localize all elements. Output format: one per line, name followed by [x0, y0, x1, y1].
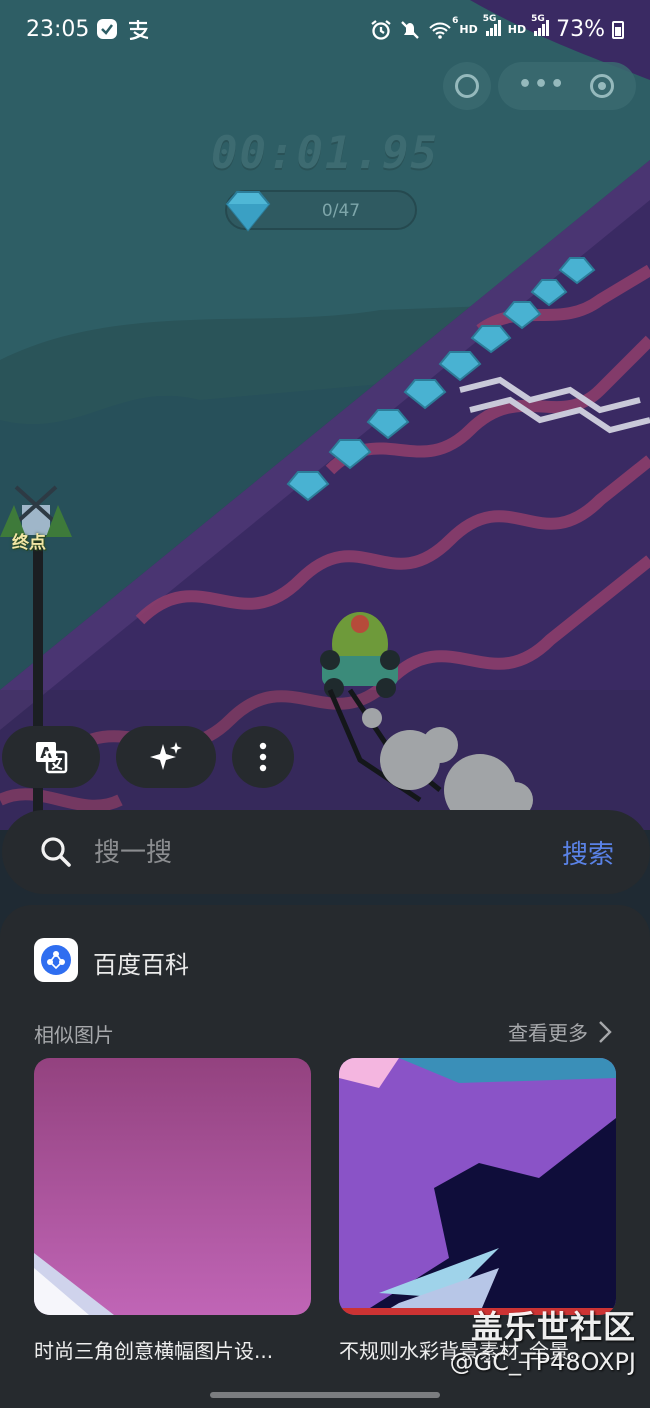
- hd-icon: HD: [507, 23, 527, 36]
- gem-count: 0/47: [321, 201, 361, 221]
- hd-icon: HD: [459, 23, 478, 36]
- game-scene: [0, 0, 650, 830]
- gem-counter: 0/47: [225, 190, 417, 232]
- finish-label: 终点: [12, 533, 46, 553]
- more-horizontal-icon[interactable]: •••: [518, 72, 566, 97]
- source-title[interactable]: 百度百科: [93, 945, 189, 980]
- status-bar: 23:05 6 HD 5G HD 5G 73%: [0, 0, 650, 62]
- battery-level: 73%: [556, 17, 605, 42]
- see-more-label: 查看更多: [508, 1021, 588, 1045]
- see-more-link[interactable]: 查看更多: [508, 1017, 612, 1046]
- translate-button[interactable]: A: [2, 726, 100, 788]
- search-bar: 搜索: [2, 810, 650, 894]
- notification-icons: [96, 18, 150, 40]
- clock: 23:05: [26, 17, 90, 42]
- section-label: 相似图片: [34, 1023, 114, 1047]
- similar-image-2[interactable]: [339, 1058, 616, 1315]
- race-timer: 00:01.95: [211, 128, 439, 179]
- signal-5g-icon: 5G: [483, 14, 501, 39]
- chevron-right-icon: [599, 1020, 612, 1043]
- sparkle-icon: [150, 742, 182, 770]
- system-icons: 6 HD 5G HD 5G 73%: [370, 14, 624, 42]
- more-options-button[interactable]: [232, 726, 294, 788]
- wifi-icon: 6: [428, 16, 458, 40]
- baike-logo-icon: [34, 938, 78, 982]
- battery-icon: [612, 20, 624, 39]
- wifi-generation: 6: [452, 15, 459, 26]
- ai-assist-button[interactable]: [116, 726, 216, 788]
- similar-image-1-title[interactable]: 时尚三角创意横幅图片设...: [34, 1335, 311, 1364]
- watermark-brand: 盖乐世社区: [470, 1308, 636, 1346]
- mute-icon: [401, 20, 420, 39]
- search-button[interactable]: 搜索: [562, 834, 614, 871]
- game-view[interactable]: ••• 00:01.95 0/47 终点: [0, 0, 650, 830]
- similar-image-1-picture: [34, 1058, 311, 1315]
- miniprogram-capsule[interactable]: •••: [498, 62, 636, 110]
- search-input[interactable]: [92, 832, 516, 874]
- check-badge-icon: [97, 19, 117, 39]
- watermark-user: @GC_TP48OXPJ: [449, 1348, 636, 1376]
- more-vertical-icon: [259, 742, 267, 772]
- alipay-icon: [129, 20, 149, 40]
- alarm-icon: [371, 19, 392, 40]
- similar-image-2-picture: [339, 1058, 616, 1315]
- signal-5g-icon: 5G: [531, 14, 550, 39]
- community-watermark: 盖乐世社区 @GC_TP48OXPJ: [450, 1302, 636, 1376]
- similar-image-1[interactable]: [34, 1058, 311, 1315]
- search-icon: [41, 837, 71, 867]
- home-indicator[interactable]: [210, 1392, 440, 1398]
- game-logo-icon: [455, 74, 479, 98]
- game-logo-button[interactable]: [443, 62, 491, 110]
- close-miniprogram-icon[interactable]: [590, 74, 614, 98]
- translate-icon: A: [36, 742, 68, 774]
- gem-icon: [225, 191, 271, 232]
